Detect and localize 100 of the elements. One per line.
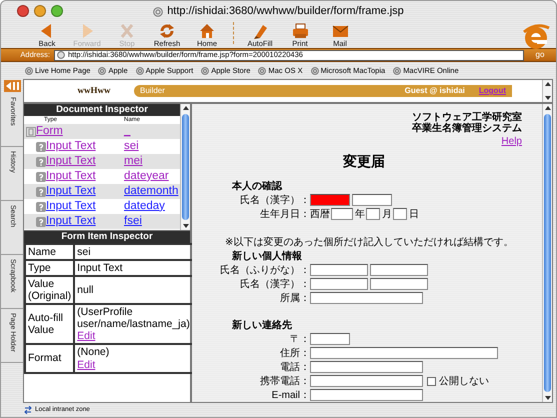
name-link[interactable]: _: [124, 122, 130, 140]
name-link[interactable]: dateday: [124, 198, 165, 216]
window-title: http://ishidai:3680/wwhww/builder/form/frame.jsp: [167, 4, 404, 20]
user-label: Guest @ ishidai: [404, 85, 465, 97]
browser-logo-icon: [522, 22, 550, 52]
field-label: 所属：: [280, 292, 310, 304]
input-field[interactable]: [366, 208, 380, 220]
property-value: Input Text: [77, 262, 124, 274]
type-link[interactable]: Input Text: [46, 138, 96, 156]
name-link[interactable]: sei: [124, 138, 139, 156]
field-label: 電話：: [280, 362, 310, 372]
question-icon: [36, 156, 46, 166]
globe-icon: [393, 66, 402, 74]
name-link[interactable]: fsei: [124, 212, 142, 230]
panel-title: Form Item Inspector: [24, 231, 190, 243]
property-value: sei: [77, 246, 92, 258]
property-label: Name: [25, 244, 74, 260]
input-field[interactable]: [393, 208, 407, 220]
input-field[interactable]: [310, 389, 423, 401]
name-link[interactable]: mei: [124, 152, 143, 170]
field-label: E-mail：: [272, 390, 310, 400]
edit-link[interactable]: Edit: [77, 358, 96, 370]
globe-icon: [98, 66, 106, 74]
input-field[interactable]: [310, 292, 423, 304]
network-icon: [24, 406, 32, 414]
globe-icon: [201, 66, 210, 74]
home-icon: [198, 22, 216, 40]
close-button[interactable]: [17, 5, 29, 17]
scrollbar[interactable]: [542, 104, 552, 402]
edit-link[interactable]: Edit: [77, 330, 96, 342]
question-icon: [36, 186, 46, 196]
field-label: 氏名（漢字）：: [240, 194, 310, 206]
globe-icon: [310, 66, 319, 74]
input-field[interactable]: [310, 264, 368, 276]
organization-label: 卒業生名簿管理システム: [411, 123, 523, 134]
input-field[interactable]: [352, 194, 392, 206]
field-unit-label: 西暦: [310, 208, 330, 222]
globe-icon: [25, 66, 33, 74]
field-label: 住所：: [280, 348, 310, 358]
field-label: 氏名（漢字）：: [240, 278, 310, 290]
question-icon: [36, 202, 46, 212]
input-field[interactable]: [310, 375, 423, 387]
input-field[interactable]: [310, 278, 368, 290]
minimize-button[interactable]: [34, 5, 46, 17]
logo: wwHww: [76, 84, 112, 98]
question-icon: [36, 172, 46, 182]
field-unit-label: 月: [382, 208, 392, 222]
input-field[interactable]: [310, 347, 498, 359]
scrollbar[interactable]: [180, 104, 190, 230]
question-icon: [36, 142, 46, 152]
globe-icon: [153, 6, 164, 16]
organization-label: ソフトウェア工学研究室: [411, 112, 523, 123]
globe-icon: [258, 66, 266, 74]
property-value: (None): [77, 346, 110, 358]
app-name: Builder: [140, 85, 165, 97]
type-link[interactable]: Input Text: [46, 182, 96, 200]
field-label: 生年月日：: [260, 208, 310, 220]
type-link[interactable]: Input Text: [46, 212, 96, 230]
refresh-icon: [158, 22, 176, 40]
zoom-button[interactable]: [51, 5, 63, 17]
pen-icon: [251, 22, 269, 40]
field-label: 〒：: [290, 334, 310, 344]
checkbox-label: 公開しない: [439, 374, 489, 388]
go-button[interactable]: go: [524, 49, 556, 61]
question-icon: [36, 216, 46, 226]
scrollbar[interactable]: [542, 80, 552, 102]
property-label: Value (Original): [25, 276, 74, 304]
note-text: ※以下は変更のあった個所だけ記入していただければ結構です。: [225, 237, 514, 248]
property-label: Type: [25, 260, 74, 276]
type-link[interactable]: Input Text: [46, 198, 96, 216]
name-link[interactable]: dateyear: [124, 168, 169, 186]
input-field[interactable]: [310, 361, 423, 373]
input-field[interactable]: [310, 194, 350, 206]
field-unit-label: 日: [409, 208, 419, 222]
property-value: null: [77, 284, 95, 296]
section-heading: 新しい個人情報: [232, 251, 302, 262]
input-field[interactable]: [331, 208, 353, 220]
globe-icon: [57, 51, 65, 59]
section-heading: 新しい連絡先: [232, 320, 292, 331]
printer-icon: [291, 22, 309, 40]
close-icon: [118, 22, 136, 40]
input-field[interactable]: [370, 278, 428, 290]
arrow-left-icon[interactable]: [1, 79, 23, 93]
checkbox[interactable]: [427, 376, 436, 386]
type-link[interactable]: Input Text: [46, 152, 96, 170]
panel-title: Document Inspector: [24, 104, 180, 116]
field-label: 氏名（ふりがな）：: [220, 264, 310, 276]
help-link[interactable]: Help: [501, 136, 522, 147]
input-field[interactable]: [370, 264, 428, 276]
property-label: Auto-fill Value: [25, 304, 74, 344]
section-heading: 本人の確認: [232, 181, 282, 192]
input-field[interactable]: [310, 333, 350, 345]
form-title: 変更届: [343, 153, 385, 169]
property-value: (UserProfile user/name/lastname_ja): [77, 306, 190, 330]
type-link[interactable]: Form: [36, 122, 63, 140]
type-link[interactable]: Input Text: [46, 168, 96, 186]
field-label: 携帯電話：: [260, 376, 310, 386]
name-link[interactable]: datemonth: [124, 182, 178, 200]
field-unit-label: 年: [355, 208, 365, 222]
globe-icon: [136, 66, 144, 74]
